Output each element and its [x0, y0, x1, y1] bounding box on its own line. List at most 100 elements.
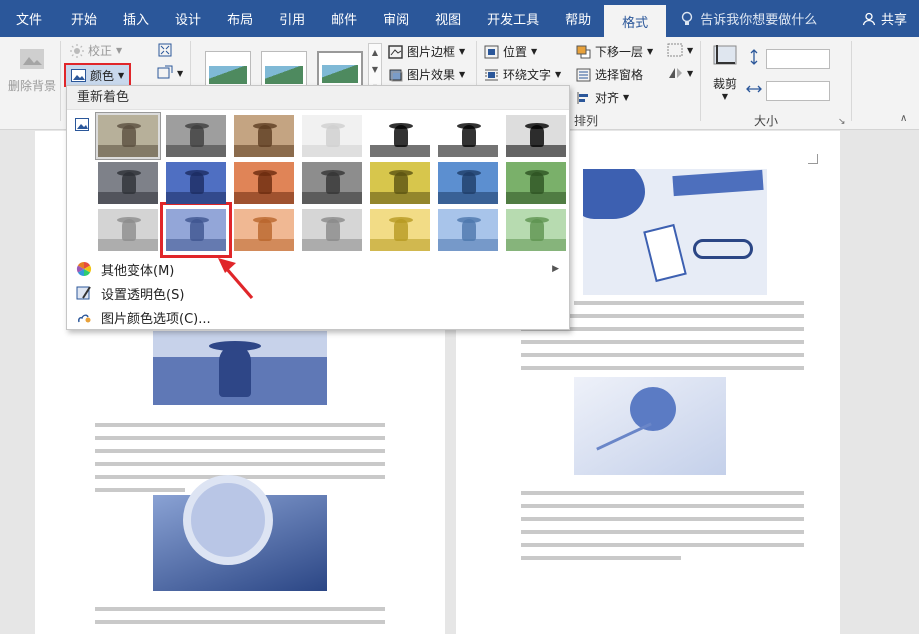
recolor-swatch-0-0[interactable] — [98, 115, 158, 157]
change-picture-icon — [157, 65, 173, 79]
send-backward-icon — [576, 45, 591, 58]
tell-me-box[interactable]: 告诉我你想要做什么 — [680, 0, 817, 37]
remove-background-icon — [20, 49, 44, 69]
align-button[interactable]: 对齐 ▼ — [576, 89, 629, 106]
recolor-swatch-1-1[interactable] — [166, 162, 226, 204]
blue-girl-image — [153, 331, 327, 405]
recolor-swatch-2-0[interactable] — [98, 209, 158, 251]
picture-effects-button[interactable]: 图片效果 ▼ — [388, 66, 465, 83]
tab-mailings[interactable]: 邮件 — [318, 0, 370, 37]
corrections-button[interactable]: 校正 ▼ — [70, 42, 122, 59]
swatch-hat — [525, 217, 549, 223]
swatch-hat — [525, 170, 549, 176]
recolor-swatch-0-1[interactable] — [166, 115, 226, 157]
rotate-button[interactable]: ▼ — [667, 66, 693, 80]
swatch-hat — [321, 123, 345, 129]
swatch-hat — [457, 217, 481, 223]
no-recolor-icon — [75, 118, 89, 134]
tab-help[interactable]: 帮助 — [552, 0, 604, 37]
chevron-down-icon: ▼ — [647, 47, 654, 56]
picture-style-thumb[interactable] — [261, 51, 307, 89]
group-icon — [667, 43, 683, 57]
picture-color-options-item[interactable]: 图片颜色选项(C)... — [67, 305, 569, 329]
width-input[interactable] — [766, 81, 830, 101]
recolor-swatch-2-3[interactable] — [302, 209, 362, 251]
tab-review[interactable]: 审阅 — [370, 0, 422, 37]
height-input[interactable] — [766, 49, 830, 69]
swatch-hat — [253, 170, 277, 176]
blue-clock-image — [153, 475, 327, 591]
remove-background-label: 删除背景 — [7, 79, 56, 93]
share-label: 共享 — [880, 13, 907, 28]
selection-pane-button[interactable]: 选择窗格 — [576, 66, 643, 83]
swatch-hat — [185, 123, 209, 129]
size-group-label: 大小 — [754, 114, 779, 128]
recolor-swatch-1-4[interactable] — [370, 162, 430, 204]
recolor-swatch-2-4[interactable] — [370, 209, 430, 251]
recolor-swatch-1-5[interactable] — [438, 162, 498, 204]
blue-flower-image — [574, 377, 726, 475]
recolor-swatch-0-5[interactable] — [438, 115, 498, 157]
remove-background-button[interactable]: 删除背景 — [6, 45, 58, 94]
recolor-swatch-1-3[interactable] — [302, 162, 362, 204]
picture-color-icon — [71, 68, 86, 82]
recolor-swatch-2-6[interactable] — [506, 209, 566, 251]
ribbon-tab-bar: 文件 开始 插入 设计 布局 引用 邮件 审阅 视图 开发工具 帮助 格式 告诉… — [0, 0, 919, 37]
tab-insert[interactable]: 插入 — [110, 0, 162, 37]
swatch-hat — [117, 123, 141, 129]
more-variations-item[interactable]: 其他变体(M) ▶ — [67, 257, 569, 281]
share-button[interactable]: 共享 — [862, 0, 907, 37]
chevron-down-icon: ▼ — [555, 70, 562, 79]
recolor-swatch-2-2[interactable] — [234, 209, 294, 251]
change-picture-button[interactable]: ▼ — [157, 65, 183, 81]
swatch-hat — [525, 123, 549, 129]
height-icon — [746, 49, 762, 68]
red-arrow-annotation — [218, 258, 254, 300]
tab-format[interactable]: 格式 — [604, 5, 667, 37]
swatch-hat — [253, 217, 277, 223]
position-button[interactable]: 位置 ▼ — [484, 43, 537, 60]
wrap-text-label: 环绕文字 — [503, 68, 552, 82]
send-backward-button[interactable]: 下移一层 ▼ — [576, 43, 653, 60]
swatch-hat — [117, 217, 141, 223]
picture-effects-icon — [389, 69, 403, 81]
recolor-swatch-1-2[interactable] — [234, 162, 294, 204]
crop-button[interactable]: 裁剪 ▼ — [708, 43, 742, 101]
swatch-hat — [117, 170, 141, 176]
recolor-swatch-0-2[interactable] — [234, 115, 294, 157]
chevron-down-icon: ▼ — [118, 70, 125, 80]
picture-effects-label: 图片效果 — [407, 68, 456, 82]
tab-layout[interactable]: 布局 — [214, 0, 266, 37]
color-button[interactable]: 颜色 ▼ — [64, 63, 132, 87]
wrap-text-icon — [485, 69, 498, 80]
set-transparent-label: 设置透明色(S) — [101, 287, 185, 303]
wrap-text-button[interactable]: 环绕文字 ▼ — [484, 66, 561, 83]
picture-style-thumb[interactable] — [317, 51, 363, 89]
picture-border-button[interactable]: 图片边框 ▼ — [388, 43, 465, 60]
tab-design[interactable]: 设计 — [162, 0, 214, 37]
recolor-swatch-2-1[interactable] — [166, 209, 226, 251]
crop-icon — [713, 45, 737, 65]
swatch-hat — [321, 170, 345, 176]
compress-pictures-button[interactable] — [157, 42, 173, 58]
tab-references[interactable]: 引用 — [266, 0, 318, 37]
recolor-swatch-1-6[interactable] — [506, 162, 566, 204]
picture-style-thumb[interactable] — [205, 51, 251, 89]
tab-developer[interactable]: 开发工具 — [474, 0, 552, 37]
chevron-down-icon: ▼ — [531, 47, 538, 56]
group-objects-button[interactable]: ▼ — [667, 43, 693, 57]
recolor-swatch-2-5[interactable] — [438, 209, 498, 251]
recolor-swatch-0-6[interactable] — [506, 115, 566, 157]
tab-view[interactable]: 视图 — [422, 0, 474, 37]
collapse-ribbon-icon[interactable]: ∧ — [900, 113, 907, 124]
tab-home[interactable]: 开始 — [58, 0, 110, 37]
set-transparent-color-item[interactable]: 设置透明色(S) — [67, 281, 569, 305]
recolor-swatch-0-4[interactable] — [370, 115, 430, 157]
dialog-launcher-icon[interactable]: ↘ — [838, 117, 846, 127]
compress-icon — [158, 43, 172, 57]
recolor-swatch-0-3[interactable] — [302, 115, 362, 157]
swatch-hat — [389, 217, 413, 223]
tab-file[interactable]: 文件 — [0, 0, 58, 37]
align-icon — [577, 91, 588, 104]
recolor-swatch-1-0[interactable] — [98, 162, 158, 204]
